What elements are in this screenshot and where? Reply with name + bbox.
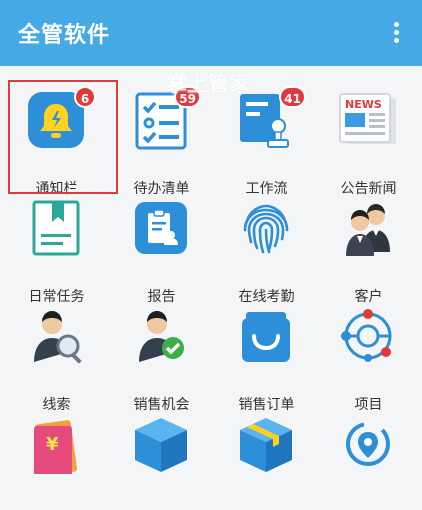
- tile-announcements[interactable]: NEWS 公告新闻: [316, 78, 421, 197]
- coupon-icon: ¥: [26, 414, 86, 478]
- tile-location[interactable]: [316, 402, 421, 510]
- watermark-text: 掌上管家: [166, 72, 250, 96]
- report-icon: [131, 198, 191, 258]
- bookmark-document-icon: [26, 198, 86, 258]
- svg-text:NEWS: NEWS: [345, 98, 382, 111]
- approval-stamp-icon: 41: [236, 86, 306, 150]
- project-network-icon: [338, 306, 398, 366]
- app-title: 全管软件: [18, 23, 111, 48]
- tile-reports[interactable]: 报告: [109, 186, 214, 305]
- more-options-icon[interactable]: [392, 22, 400, 44]
- app-bar: 全管软件: [0, 0, 422, 66]
- svg-text:¥: ¥: [46, 434, 59, 455]
- tile-daily-tasks[interactable]: 日常任务: [4, 186, 109, 305]
- tile-sales-orders[interactable]: 销售订单: [214, 294, 319, 413]
- tile-attendance[interactable]: 在线考勤: [214, 186, 319, 305]
- tile-sales-opportunities[interactable]: 销售机会: [109, 294, 214, 413]
- tile-leads[interactable]: 线索: [4, 294, 109, 413]
- checklist-icon: 59: [131, 86, 201, 150]
- box-icon: [131, 414, 191, 474]
- location-cycle-icon: [338, 414, 398, 474]
- sales-opportunity-icon: [131, 306, 191, 366]
- tile-box[interactable]: [109, 402, 214, 510]
- customers-icon: [338, 198, 398, 258]
- news-icon: NEWS: [338, 90, 398, 150]
- tile-customers[interactable]: 客户: [316, 186, 421, 305]
- selected-tile-highlight: [8, 80, 118, 194]
- shopping-bag-icon: [236, 306, 296, 366]
- badge-count: 41: [279, 86, 306, 108]
- lead-search-icon: [26, 306, 86, 366]
- tile-projects[interactable]: 项目: [316, 294, 421, 413]
- package-icon: [236, 414, 296, 474]
- tile-package[interactable]: [214, 402, 319, 510]
- tile-coupons[interactable]: ¥: [4, 402, 109, 510]
- fingerprint-icon: [236, 198, 296, 258]
